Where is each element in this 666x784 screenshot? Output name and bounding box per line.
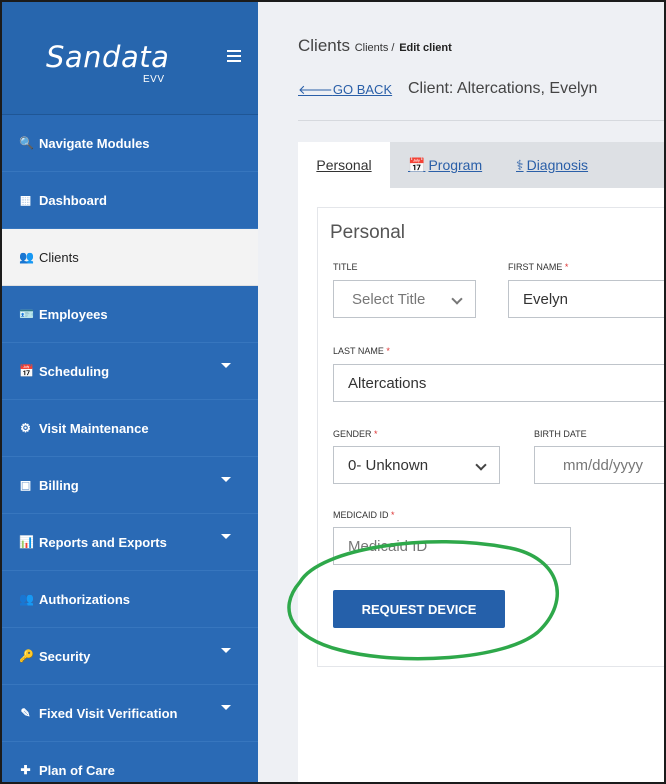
gender-select-value: 0- Unknown (348, 456, 429, 474)
go-back-label: GO BACK (332, 82, 393, 97)
chevron-down-icon (451, 293, 463, 305)
money-icon: ▣ (19, 477, 32, 492)
title-select[interactable]: Select Title (333, 280, 476, 318)
divider (298, 120, 664, 121)
caret-down-icon (221, 705, 231, 710)
section-title: Personal (330, 222, 405, 243)
tab-personal-label: Personal (316, 157, 372, 173)
breadcrumb-current: Edit client (399, 42, 452, 54)
id-card-icon: 🪪 (19, 306, 34, 321)
edit-icon: ✎ (20, 705, 31, 720)
sidebar-item-label: Employees (39, 306, 108, 322)
caret-down-icon (221, 363, 231, 368)
tab-bar: Personal 📅 Program ⚕ Diagnosis (298, 142, 664, 188)
cogs-icon: ⚙ (20, 420, 31, 435)
first-name-field[interactable]: Evelyn (508, 280, 666, 318)
sidebar-item-authorizations[interactable]: 👥 Authorizations (2, 571, 258, 628)
gender-label: GENDER * (333, 429, 378, 439)
grid-icon: ▦ (19, 192, 32, 207)
tab-panel (298, 188, 664, 782)
last-name-field[interactable]: Altercations (333, 364, 666, 402)
last-name-value: Altercations (348, 374, 427, 392)
gender-select[interactable]: 0- Unknown (333, 446, 500, 484)
sidebar-item-security[interactable]: 🔑 Security (2, 628, 258, 685)
request-device-button[interactable]: REQUEST DEVICE (333, 590, 505, 628)
sidebar-item-navigate-modules[interactable]: 🔍 Navigate Modules (2, 115, 258, 172)
page-title: Clients (298, 36, 350, 55)
sidebar-item-scheduling[interactable]: 📅 Scheduling (2, 343, 258, 400)
medicaid-id-label: MEDICAID ID * (333, 510, 395, 520)
bar-chart-icon: 📊 (19, 534, 34, 549)
sidebar-item-reports-and-exports[interactable]: 📊 Reports and Exports (2, 514, 258, 571)
tab-diagnosis[interactable]: ⚕ Diagnosis (516, 142, 588, 188)
calendar-icon: 📅 (19, 363, 34, 378)
caret-down-icon (221, 534, 231, 539)
sidebar-item-label: Navigate Modules (39, 135, 150, 151)
caret-down-icon (221, 477, 231, 482)
hamburger-menu-icon[interactable] (227, 50, 241, 62)
last-name-label: LAST NAME * (333, 346, 390, 356)
breadcrumb: Clients Clients / Edit client (298, 36, 452, 56)
sidebar-nav: 🔍 Navigate Modules ▦ Dashboard 👥 Clients 🪪 Empl… (2, 115, 258, 784)
sidebar-item-visit-maintenance[interactable]: ⚙ Visit Maintenance (2, 400, 258, 457)
client-title: Client: Altercations, Evelyn (408, 80, 598, 97)
caret-down-icon (221, 648, 231, 653)
sidebar-item-plan-of-care[interactable]: ✚ Plan of Care (2, 742, 258, 784)
sidebar-item-label: Visit Maintenance (39, 420, 149, 436)
birth-date-field[interactable]: mm/dd/yyyy (534, 446, 666, 484)
medicaid-id-placeholder: Medicaid ID (348, 537, 428, 555)
users-icon: 👥 (19, 249, 34, 264)
tab-diagnosis-label: Diagnosis (526, 157, 589, 173)
evv-label: EVV (143, 74, 165, 85)
medkit-icon: ✚ (20, 762, 31, 777)
sidebar-item-dashboard[interactable]: ▦ Dashboard (2, 172, 258, 229)
search-icon: 🔍 (19, 135, 34, 150)
sidebar-item-label: Dashboard (39, 192, 107, 208)
sidebar: Sandata EVV 🔍 Navigate Modules ▦ Dashboard 👥… (2, 2, 258, 782)
sidebar-item-label: Billing (39, 477, 79, 493)
birth-date-placeholder: mm/dd/yyyy (563, 456, 644, 474)
sidebar-item-clients[interactable]: 👥 Clients (2, 229, 258, 286)
calendar-icon: 📅 (408, 156, 426, 173)
sandata-logo: Sandata (46, 40, 170, 74)
birth-date-label: BIRTH DATE (534, 429, 587, 439)
sidebar-item-label: Scheduling (39, 363, 110, 379)
chevron-down-icon (475, 459, 487, 471)
sidebar-item-label: Clients (39, 249, 79, 265)
first-name-label: FIRST NAME * (508, 262, 569, 272)
medicaid-id-field[interactable]: Medicaid ID (333, 527, 571, 565)
stethoscope-icon: ⚕ (516, 156, 524, 173)
tab-program[interactable]: 📅 Program (408, 142, 482, 188)
title-label: TITLE (333, 262, 358, 272)
sidebar-item-label: Fixed Visit Verification (39, 705, 178, 721)
sidebar-item-employees[interactable]: 🪪 Employees (2, 286, 258, 343)
tab-personal[interactable]: Personal (298, 142, 390, 188)
go-back-link[interactable]: 🡐GO BACK (298, 82, 392, 98)
title-select-value: Select Title (352, 290, 426, 308)
sidebar-item-label: Security (39, 648, 91, 664)
sidebar-item-fixed-visit-verification[interactable]: ✎ Fixed Visit Verification (2, 685, 258, 742)
first-name-value: Evelyn (523, 290, 569, 308)
tab-program-label: Program (428, 157, 483, 173)
sidebar-item-billing[interactable]: ▣ Billing (2, 457, 258, 514)
brand-header: Sandata EVV (2, 2, 258, 115)
users-icon: 👥 (19, 591, 34, 606)
arrow-left-icon: 🡐 (298, 82, 333, 97)
breadcrumb-parent[interactable]: Clients / (355, 42, 395, 54)
key-icon: 🔑 (19, 648, 34, 663)
sidebar-item-label: Reports and Exports (39, 534, 167, 550)
sidebar-item-label: Plan of Care (39, 762, 115, 778)
sidebar-item-label: Authorizations (39, 591, 130, 607)
